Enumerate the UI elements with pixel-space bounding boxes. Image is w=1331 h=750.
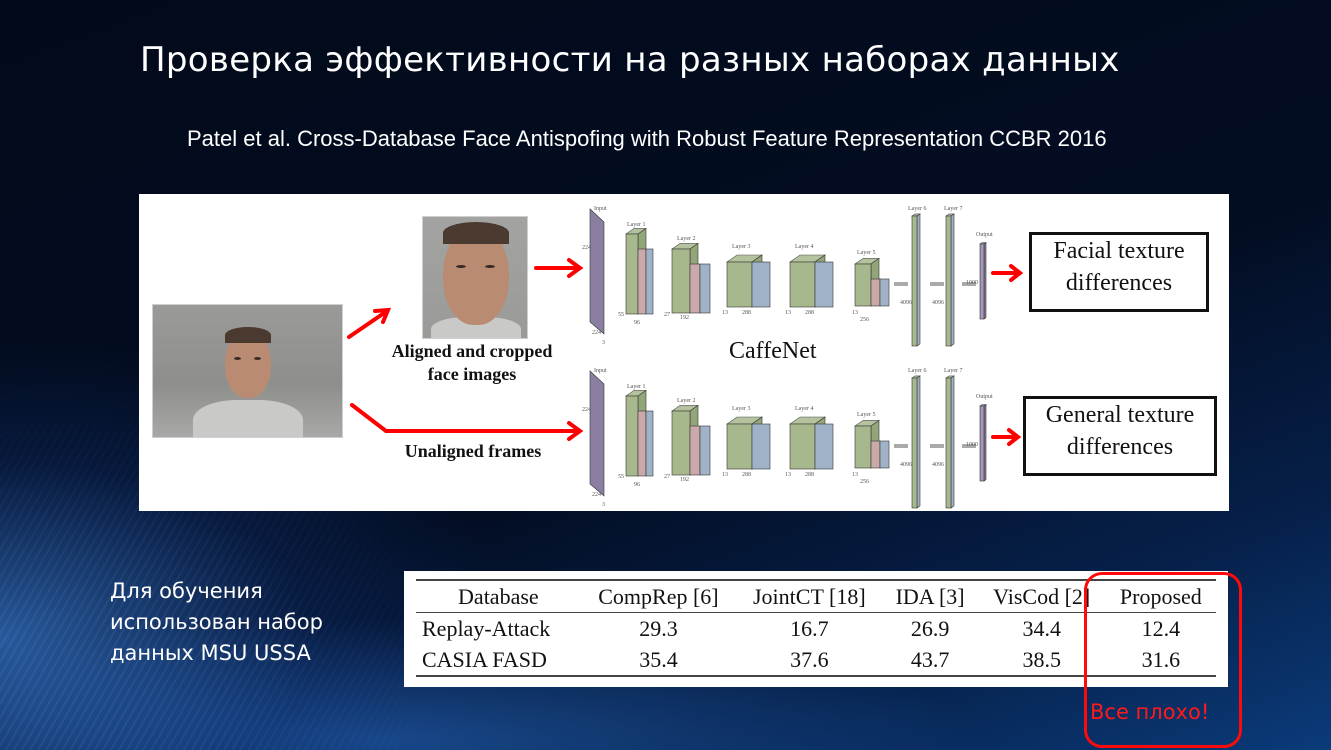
header-comprep: CompRep [6] (580, 579, 737, 613)
dim-label: 13 (785, 472, 791, 478)
dim-label: 3 (602, 340, 605, 346)
layer-7-block (945, 213, 955, 347)
layer-label: Layer 6 (908, 368, 927, 374)
dim-label: 224 (592, 492, 601, 498)
slide-title: Проверка эффективности на разных наборах… (140, 40, 1120, 80)
arrow-photo-to-aligned (347, 307, 392, 339)
dim-label: 1000 (966, 280, 978, 286)
dim-label: 288 (742, 310, 751, 316)
dim-label: 224 (582, 407, 591, 413)
layer-label: Layer 4 (795, 244, 814, 250)
cell-value: 29.3 (639, 615, 678, 641)
layer-6-block (911, 213, 921, 347)
caffenet-layers: Input2242243Layer 15596Layer 227 192Layer… (582, 206, 993, 347)
dim-label: 224 (582, 245, 591, 251)
dim-label: 288 (805, 310, 814, 316)
dim-label: 256 (860, 479, 869, 485)
dim-label: 256 (860, 317, 869, 323)
input-plane (589, 370, 605, 497)
layer-label: Layer 7 (944, 206, 963, 212)
dim-label: 96 (634, 482, 640, 488)
layer-label: Output (976, 394, 993, 400)
dim-label: 3 (602, 502, 605, 508)
dim-label: 96 (634, 320, 640, 326)
layer-label: Layer 6 (908, 206, 927, 212)
training-note: Для обучения использован набор данных MS… (110, 579, 323, 665)
dim-label: 13 (722, 472, 728, 478)
layer-label: Input (594, 368, 607, 374)
header-ida: IDA [3] (882, 579, 978, 613)
caffenet-diagram-top: Input2242243Layer 15596Layer 227 192Layer… (582, 206, 993, 347)
layer-6-block (911, 375, 921, 509)
cell-value: 43.7 (882, 644, 978, 677)
dim-label: 192 (680, 477, 689, 483)
general-texture-box: General texture differences (1023, 396, 1217, 476)
layer-label: Layer 1 (627, 222, 646, 228)
input-plane (589, 208, 605, 335)
cell-value: 26.9 (910, 615, 950, 641)
dim-label: 288 (805, 472, 814, 478)
layer-label: Layer 4 (795, 406, 814, 412)
caffenet-diagram-bottom: Input2242243Layer 15596Layer 227 192Layer… (582, 368, 993, 509)
cell-value: 35.4 (580, 644, 737, 677)
layer-label: Layer 1 (627, 384, 646, 390)
layer-label: Layer 2 (677, 398, 696, 404)
dim-label: 55 (618, 312, 624, 318)
dim-label: 192 (680, 315, 689, 321)
output-block (979, 404, 987, 482)
dim-label: 4096 (932, 300, 944, 306)
cell-value: 37.6 (736, 644, 883, 677)
layer-label: Layer 7 (944, 368, 963, 374)
dim-label: 13 (852, 310, 858, 316)
dim-label: 1000 (966, 442, 978, 448)
highlight-annotation: Все плохо! (1090, 700, 1210, 724)
dim-label: 27 (664, 312, 670, 318)
caffenet-layers: Input2242243Layer 15596Layer 227 192Layer… (582, 368, 993, 509)
pipeline-figure: Aligned and cropped face images Unaligne… (139, 194, 1229, 511)
arrow-photo-to-unaligned (350, 403, 584, 441)
cell-value: 16.7 (790, 615, 829, 641)
dim-label: 55 (618, 474, 624, 480)
paper-reference: Patel et al. Cross-Database Face Antispo… (187, 126, 1107, 151)
layer-7-block (945, 375, 955, 509)
dim-label: 288 (742, 472, 751, 478)
layer-label: Layer 5 (857, 412, 876, 418)
header-database: Database (416, 579, 581, 613)
dim-label: 4096 (932, 462, 944, 468)
layer-label: Layer 3 (732, 406, 751, 412)
layer-label: Output (976, 232, 993, 238)
arrow-net-to-facial (991, 264, 1024, 282)
dim-label: 4096 (900, 462, 912, 468)
dim-label: 224 (592, 330, 601, 336)
dim-label: 27 (664, 474, 670, 480)
dim-label: 13 (852, 472, 858, 478)
facial-texture-box: Facial texture differences (1029, 232, 1209, 312)
arrow-net-to-general (991, 428, 1022, 446)
header-jointct: JointCT [18] (736, 579, 883, 613)
layer-label: Input (594, 206, 607, 212)
dim-label: 4096 (900, 300, 912, 306)
layer-label: Layer 2 (677, 236, 696, 242)
cell-database: Replay-Attack (422, 615, 551, 641)
dim-label: 13 (785, 310, 791, 316)
arrow-aligned-to-net (534, 258, 584, 278)
dim-label: 13 (722, 310, 728, 316)
cell-database: CASIA FASD (416, 644, 581, 677)
layer-label: Layer 3 (732, 244, 751, 250)
output-block (979, 242, 987, 320)
layer-label: Layer 5 (857, 250, 876, 256)
